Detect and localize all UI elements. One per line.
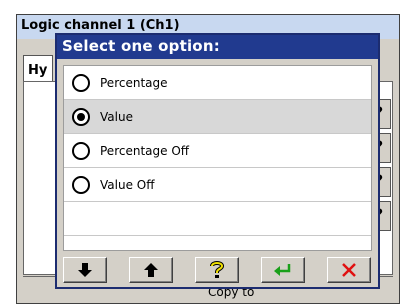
option-label: Percentage Off [100,143,190,158]
dialog-title: Select one option: [57,35,378,59]
move-down-button[interactable] [63,257,107,283]
close-icon [342,263,356,277]
option-percentage[interactable]: Percentage [64,66,371,100]
radio-unchecked-icon[interactable] [72,141,90,160]
option-value[interactable]: Value [64,100,371,134]
dialog-toolbar [63,257,372,285]
enter-button[interactable] [261,257,305,283]
options-list: Percentage Value Percentage Off Value Of… [63,65,372,251]
cancel-button[interactable] [327,257,371,283]
option-label: Value Off [100,177,155,192]
option-label: Value [100,109,133,124]
radio-unchecked-icon[interactable] [72,73,90,92]
background-tab[interactable]: Hy [23,55,53,83]
option-label: Percentage [100,75,168,90]
radio-checked-icon[interactable] [72,107,90,126]
option-value-off[interactable]: Value Off [64,168,371,202]
arrow-down-icon [78,263,92,277]
empty-row [64,202,371,236]
arrow-up-icon [144,263,158,277]
enter-icon [274,264,291,276]
select-option-dialog: Select one option: Percentage Value Perc… [55,33,380,289]
move-up-button[interactable] [129,257,173,283]
radio-unchecked-icon[interactable] [72,175,90,194]
question-icon [210,261,224,278]
option-percentage-off[interactable]: Percentage Off [64,134,371,168]
help-button[interactable] [195,257,239,283]
